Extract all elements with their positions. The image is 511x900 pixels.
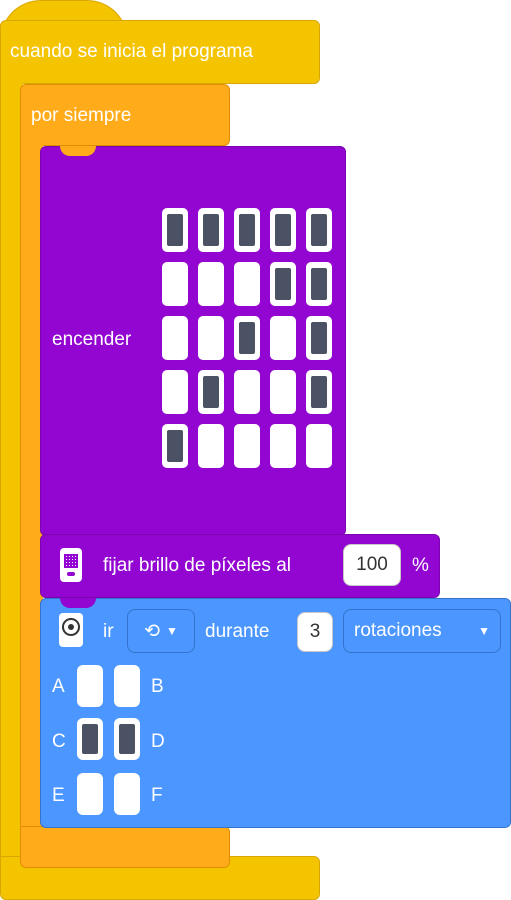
pixel-cell[interactable] <box>306 262 332 306</box>
during-label: durante <box>205 621 270 642</box>
port-e-toggle[interactable] <box>77 773 103 815</box>
event-title: cuando se inicia el programa <box>10 41 253 62</box>
counterclockwise-icon: ⟲ <box>144 621 161 642</box>
pixel-cell[interactable] <box>198 316 224 360</box>
pixel-cell[interactable] <box>270 370 296 414</box>
pixel-cell[interactable] <box>306 208 332 252</box>
pixel-cell[interactable] <box>234 370 260 414</box>
pixel-cell[interactable] <box>162 262 188 306</box>
port-label-e: E <box>52 785 65 806</box>
pixel-matrix[interactable] <box>162 208 332 468</box>
port-label-c: C <box>52 731 66 752</box>
direction-dropdown[interactable]: ⟲ ▼ <box>127 609 195 653</box>
port-c-toggle[interactable] <box>77 718 103 760</box>
pixel-cell[interactable] <box>162 316 188 360</box>
pixel-cell[interactable] <box>198 208 224 252</box>
port-label-a: A <box>52 676 65 697</box>
unit-dropdown[interactable]: rotaciones ▼ <box>343 609 501 653</box>
pixel-cell[interactable] <box>270 262 296 306</box>
port-a-toggle[interactable] <box>77 665 103 707</box>
pixel-cell[interactable] <box>162 208 188 252</box>
brightness-label: fijar brillo de píxeles al <box>103 555 291 576</box>
forever-block-foot <box>20 826 230 868</box>
pixel-cell[interactable] <box>306 424 332 468</box>
pixel-cell[interactable] <box>234 208 260 252</box>
pixel-cell[interactable] <box>270 208 296 252</box>
pixel-cell[interactable] <box>162 370 188 414</box>
pixel-cell[interactable] <box>306 316 332 360</box>
block-notch <box>60 598 96 608</box>
port-b-toggle[interactable] <box>114 665 140 707</box>
block-notch <box>60 146 96 156</box>
chevron-down-icon: ▼ <box>478 624 490 638</box>
pixel-cell[interactable] <box>198 370 224 414</box>
amount-input[interactable]: 3 <box>297 612 333 652</box>
pixel-cell[interactable] <box>198 424 224 468</box>
port-d-toggle[interactable] <box>114 718 140 760</box>
motor-icon <box>59 613 83 647</box>
chevron-down-icon: ▼ <box>166 624 178 638</box>
brightness-input[interactable]: 100 <box>343 544 401 586</box>
port-label-b: B <box>151 676 164 697</box>
port-f-toggle[interactable] <box>114 773 140 815</box>
pixel-cell[interactable] <box>234 262 260 306</box>
light-matrix-label: encender <box>52 329 132 350</box>
port-label-d: D <box>151 731 165 752</box>
pixel-cell[interactable] <box>306 370 332 414</box>
light-matrix-icon <box>60 548 82 582</box>
pixel-cell[interactable] <box>198 262 224 306</box>
port-label-f: F <box>151 785 163 806</box>
pixel-cell[interactable] <box>162 424 188 468</box>
percent-label: % <box>412 555 429 576</box>
pixel-cell[interactable] <box>270 424 296 468</box>
pixel-cell[interactable] <box>234 424 260 468</box>
pixel-cell[interactable] <box>234 316 260 360</box>
go-label: ir <box>103 621 114 642</box>
forever-label: por siempre <box>31 105 132 126</box>
pixel-cell[interactable] <box>270 316 296 360</box>
unit-dropdown-value: rotaciones <box>354 620 442 641</box>
